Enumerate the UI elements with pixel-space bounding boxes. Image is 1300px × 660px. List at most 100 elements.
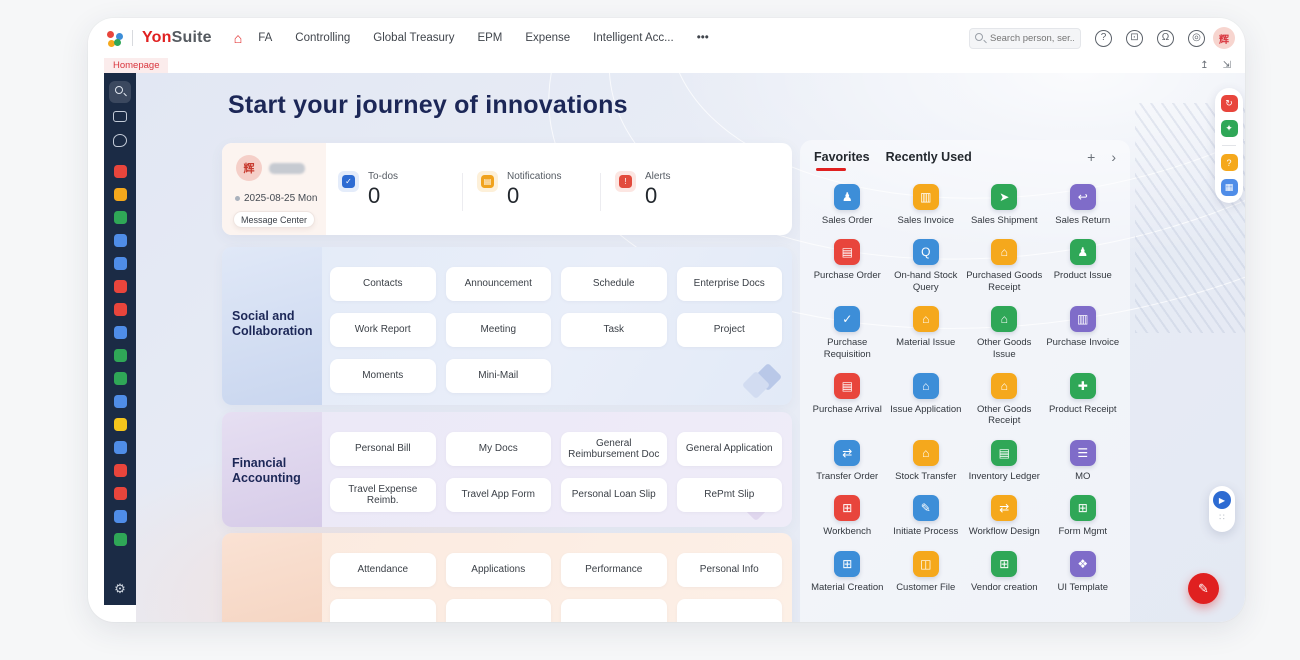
- sidebar-app-icon[interactable]: [114, 280, 127, 293]
- sidebar-app-icon[interactable]: [114, 303, 127, 316]
- app-tile[interactable]: ⊞Material Creation: [809, 551, 886, 593]
- quick-link-button[interactable]: Moments: [330, 359, 436, 393]
- sidebar-app-icon[interactable]: [114, 441, 127, 454]
- sidebar-app-icon[interactable]: [114, 533, 127, 546]
- stat-todos[interactable]: ✓ To-dos 0: [338, 171, 398, 207]
- sidebar-app-icon[interactable]: [114, 257, 127, 270]
- app-tile[interactable]: ▤Purchase Arrival: [809, 373, 886, 427]
- assistant-icon[interactable]: ▶: [1213, 491, 1231, 509]
- add-favorite-icon[interactable]: +: [1087, 150, 1095, 164]
- sidebar-app-icon[interactable]: [114, 418, 127, 431]
- quick-link-button[interactable]: [677, 599, 783, 622]
- app-tile[interactable]: ♟Sales Order: [809, 184, 886, 226]
- app-tile[interactable]: ☰MO: [1044, 440, 1121, 482]
- app-tile[interactable]: ✎Initiate Process: [887, 495, 964, 537]
- app-tile[interactable]: ▤Inventory Ledger: [966, 440, 1043, 482]
- quick-link-button[interactable]: General Application: [677, 432, 783, 466]
- app-tile[interactable]: ⌂Other Goods Issue: [966, 306, 1043, 360]
- quick-link-button[interactable]: General Reimbursement Doc: [561, 432, 667, 466]
- sidebar-app-icon[interactable]: [114, 188, 127, 201]
- app-tile[interactable]: ⇄Transfer Order: [809, 440, 886, 482]
- app-tile[interactable]: ▥Purchase Invoice: [1044, 306, 1121, 360]
- expand-icon[interactable]: ⇲: [1223, 60, 1231, 71]
- app-tile[interactable]: ⌂Stock Transfer: [887, 440, 964, 482]
- app-tile[interactable]: ❖UI Template: [1044, 551, 1121, 593]
- tab-favorites[interactable]: Favorites: [814, 150, 870, 171]
- app-tile[interactable]: ✓Purchase Requisition: [809, 306, 886, 360]
- drag-handle-icon[interactable]: ∷: [1219, 512, 1225, 523]
- quick-link-button[interactable]: [446, 599, 552, 622]
- app-tile[interactable]: ✚Product Receipt: [1044, 373, 1121, 427]
- nav-item[interactable]: Intelligent Acc...: [593, 32, 674, 44]
- app-tile[interactable]: ◫Customer File: [887, 551, 964, 593]
- settings-gear-icon[interactable]: ⚙: [104, 581, 136, 597]
- quick-link-button[interactable]: Task: [561, 313, 667, 347]
- quick-link-button[interactable]: [330, 599, 436, 622]
- next-page-icon[interactable]: ›: [1111, 150, 1116, 164]
- quick-link-button[interactable]: Travel Expense Reimb.: [330, 478, 436, 512]
- user-avatar[interactable]: 辉: [1213, 27, 1235, 49]
- app-tile[interactable]: ⊞Vendor creation: [966, 551, 1043, 593]
- app-tile[interactable]: ⊞Form Mgmt: [1044, 495, 1121, 537]
- quick-link-button[interactable]: Personal Info: [677, 553, 783, 587]
- sidebar-app-icon[interactable]: [114, 372, 127, 385]
- rail-search-button[interactable]: [109, 81, 131, 103]
- tab-homepage[interactable]: Homepage: [104, 58, 168, 73]
- chat-icon[interactable]: [113, 134, 127, 147]
- nav-item[interactable]: EPM: [477, 32, 502, 44]
- app-tile[interactable]: ⌂Issue Application: [887, 373, 964, 427]
- quick-link-button[interactable]: Personal Bill: [330, 432, 436, 466]
- link-icon[interactable]: ✦: [1221, 120, 1238, 137]
- quick-link-button[interactable]: Schedule: [561, 267, 667, 301]
- quick-link-button[interactable]: Enterprise Docs: [677, 267, 783, 301]
- app-tile[interactable]: ➤Sales Shipment: [966, 184, 1043, 226]
- tab-recently-used[interactable]: Recently Used: [886, 150, 972, 171]
- quick-link-button[interactable]: Contacts: [330, 267, 436, 301]
- app-tile[interactable]: ⇄Workflow Design: [966, 495, 1043, 537]
- quick-link-button[interactable]: Personal Loan Slip: [561, 478, 667, 512]
- avatar[interactable]: 辉: [236, 155, 262, 181]
- quick-link-button[interactable]: Work Report: [330, 313, 436, 347]
- help-icon[interactable]: ?: [1095, 30, 1112, 47]
- sidebar-app-icon[interactable]: [114, 234, 127, 247]
- app-tile[interactable]: ▤Purchase Order: [809, 239, 886, 293]
- sidebar-app-icon[interactable]: [114, 395, 127, 408]
- app-tile[interactable]: ♟Product Issue: [1044, 239, 1121, 293]
- search-input[interactable]: [969, 28, 1081, 49]
- quick-link-button[interactable]: Attendance: [330, 553, 436, 587]
- quick-link-button[interactable]: [561, 599, 667, 622]
- quick-link-button[interactable]: Travel App Form: [446, 478, 552, 512]
- help-circle-icon[interactable]: ?: [1221, 154, 1238, 171]
- quick-link-button[interactable]: Mini-Mail: [446, 359, 552, 393]
- sync-icon[interactable]: ↻: [1221, 95, 1238, 112]
- briefcase-icon[interactable]: ▦: [1221, 179, 1238, 196]
- quick-link-button[interactable]: Announcement: [446, 267, 552, 301]
- app-tile[interactable]: ⌂Material Issue: [887, 306, 964, 360]
- sidebar-app-icon[interactable]: [114, 487, 127, 500]
- sidebar-app-icon[interactable]: [114, 510, 127, 523]
- nav-item[interactable]: •••: [697, 32, 709, 44]
- headset-icon[interactable]: Ω: [1157, 30, 1174, 47]
- quick-link-button[interactable]: Applications: [446, 553, 552, 587]
- quick-link-button[interactable]: RePmt Slip: [677, 478, 783, 512]
- sidebar-app-icon[interactable]: [114, 165, 127, 178]
- assistant-icon[interactable]: ◎: [1188, 30, 1205, 47]
- nav-item[interactable]: Global Treasury: [373, 32, 454, 44]
- message-icon[interactable]: ⊡: [1126, 30, 1143, 47]
- compose-fab[interactable]: ✎: [1188, 573, 1219, 604]
- app-tile[interactable]: ▥Sales Invoice: [887, 184, 964, 226]
- message-center-button[interactable]: Message Center: [233, 211, 315, 228]
- nav-item[interactable]: Expense: [525, 32, 570, 44]
- quick-link-button[interactable]: Project: [677, 313, 783, 347]
- app-tile[interactable]: ⊞Workbench: [809, 495, 886, 537]
- sidebar-app-icon[interactable]: [114, 211, 127, 224]
- app-tile[interactable]: ↩Sales Return: [1044, 184, 1121, 226]
- sidebar-app-icon[interactable]: [114, 464, 127, 477]
- nav-item[interactable]: FA: [258, 32, 272, 44]
- quick-link-button[interactable]: Meeting: [446, 313, 552, 347]
- sidebar-app-icon[interactable]: [114, 326, 127, 339]
- sidebar-app-icon[interactable]: [114, 349, 127, 362]
- nav-item[interactable]: Controlling: [295, 32, 350, 44]
- stat-notifications[interactable]: ▤ Notifications 0: [477, 171, 561, 207]
- upload-icon[interactable]: ↥: [1200, 60, 1208, 71]
